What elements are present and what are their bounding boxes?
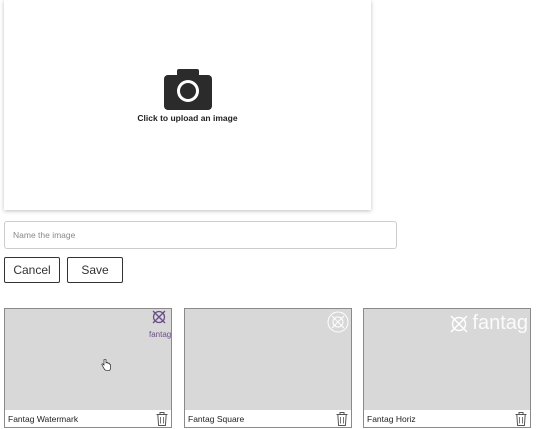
camera-icon <box>164 68 212 110</box>
hand-cursor-icon <box>101 359 111 371</box>
watermark-card[interactable]: fantag Fantag Horiz <box>363 308 531 428</box>
trash-icon[interactable] <box>515 412 527 426</box>
trash-icon[interactable] <box>156 412 168 426</box>
fantag-logo: fantag <box>149 309 171 339</box>
watermark-preview[interactable]: fantag <box>5 309 171 410</box>
fantag-logo: fantag <box>449 312 528 335</box>
watermark-preview[interactable] <box>185 309 351 410</box>
cancel-button[interactable]: Cancel <box>4 257 60 283</box>
watermark-title: Fantag Square <box>188 414 245 424</box>
fantag-logo <box>327 311 349 333</box>
watermark-title: Fantag Watermark <box>8 414 79 424</box>
upload-label: Click to upload an image <box>137 113 238 123</box>
save-button[interactable]: Save <box>67 257 123 283</box>
image-upload-area[interactable]: Click to upload an image <box>4 0 371 210</box>
watermark-title: Fantag Horiz <box>367 414 416 424</box>
watermark-card[interactable]: Fantag Square <box>184 308 352 428</box>
image-name-input[interactable] <box>4 221 397 249</box>
trash-icon[interactable] <box>336 412 348 426</box>
fantag-logo-text: fantag <box>472 312 528 334</box>
fantag-logo-text: fantag <box>149 330 171 339</box>
watermark-card[interactable]: fantag Fantag Watermark <box>4 308 172 428</box>
watermark-preview[interactable]: fantag <box>364 309 530 410</box>
